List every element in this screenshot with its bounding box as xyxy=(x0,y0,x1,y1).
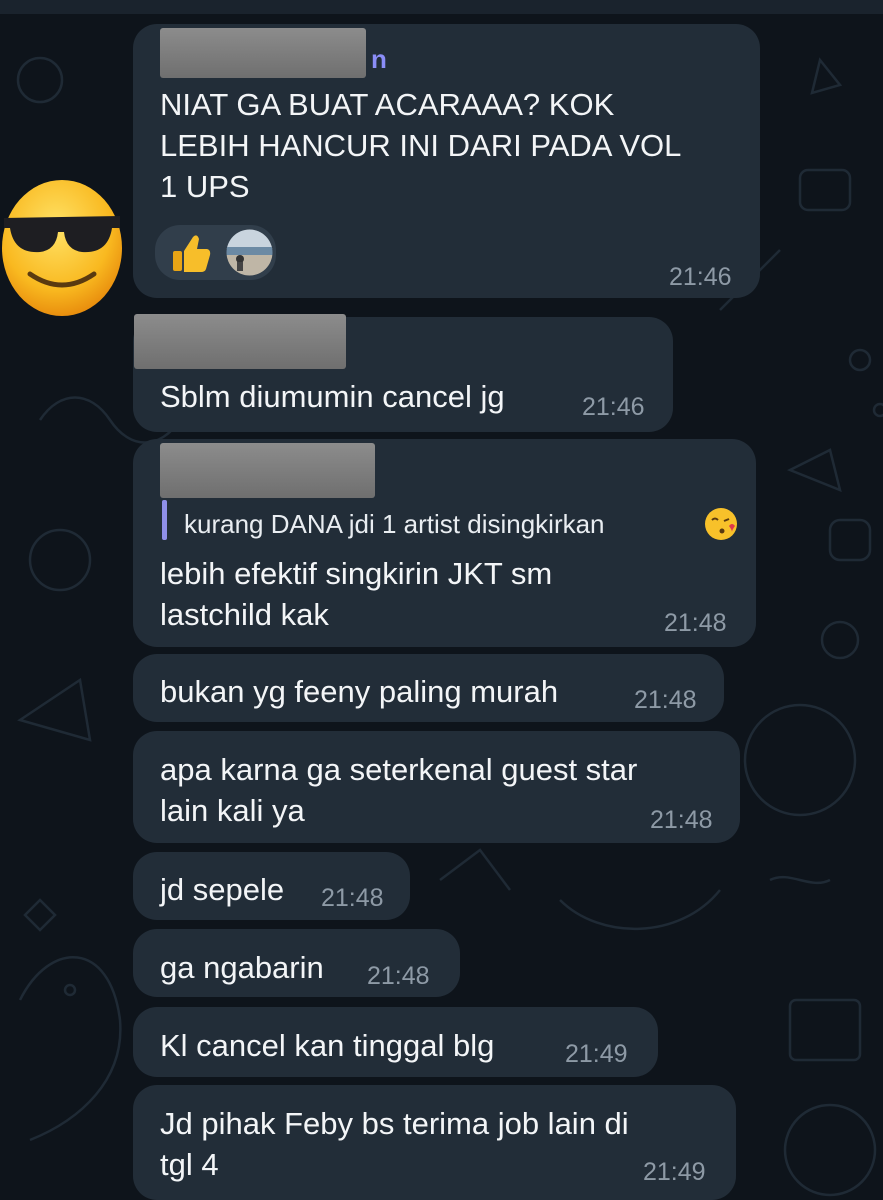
top-bar xyxy=(0,0,883,14)
thumbs-up-icon xyxy=(173,235,211,272)
redacted-sender-name xyxy=(160,443,375,498)
message-time: 21:48 xyxy=(367,962,430,990)
message-time: 21:49 xyxy=(643,1158,706,1186)
redacted-sender-name xyxy=(134,314,346,369)
reaction-pill[interactable] xyxy=(155,225,276,280)
message-text: apa karna ga seterkenal guest star lain … xyxy=(160,752,638,828)
reactor-avatar[interactable] xyxy=(226,229,273,276)
message-time: 21:48 xyxy=(650,806,713,834)
kissing-face-icon xyxy=(705,508,737,540)
message-text: Kl cancel kan tinggal blg xyxy=(160,1028,495,1063)
message-time: 21:46 xyxy=(669,263,732,291)
message-text: jd sepele xyxy=(160,872,285,907)
sender-name[interactable]: n xyxy=(371,44,387,75)
smiling-face-with-sunglasses-icon[interactable] xyxy=(0,178,124,318)
reply-quote-bar xyxy=(162,500,167,540)
message-text: ga ngabarin xyxy=(160,950,324,985)
reply-quote-text[interactable]: kurang DANA jdi 1 artist disingkirkan xyxy=(184,509,605,540)
message-time: 21:48 xyxy=(321,884,384,912)
message-text: Jd pihak Feby bs terima job lain di tgl … xyxy=(160,1106,629,1182)
message-time: 21:48 xyxy=(634,686,697,714)
message-time: 21:48 xyxy=(664,609,727,637)
message-text: lebih efektif singkirin JKT sm lastchild… xyxy=(160,556,553,632)
message-time: 21:46 xyxy=(582,393,645,421)
message-time: 21:49 xyxy=(565,1040,628,1068)
message-text: bukan yg feeny paling murah xyxy=(160,674,559,709)
redacted-sender-name xyxy=(160,28,366,78)
message-text: Sblm diumumin cancel jg xyxy=(160,379,505,414)
message-text: NIAT GA BUAT ACARAAA? KOK LEBIH HANCUR I… xyxy=(160,87,682,204)
